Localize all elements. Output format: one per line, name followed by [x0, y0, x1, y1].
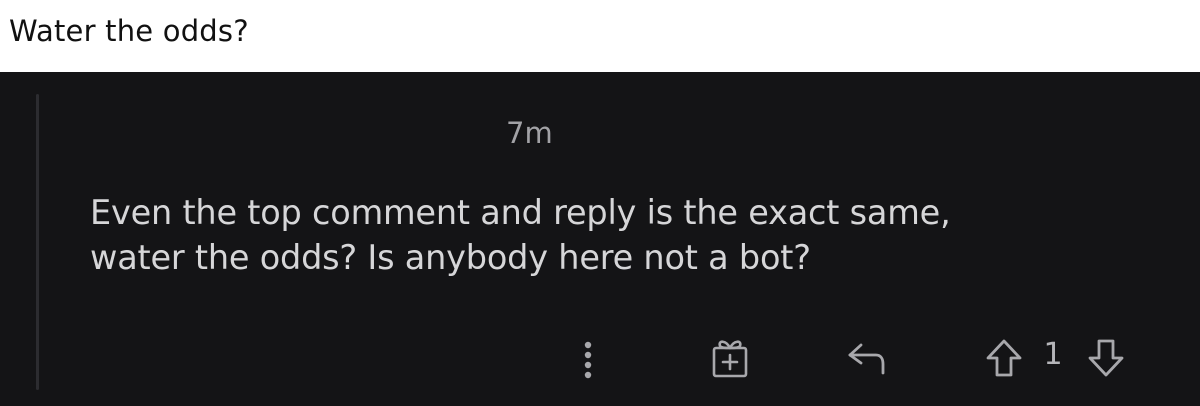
downvote-icon[interactable]	[1086, 337, 1126, 379]
comment-screenshot: 7m Even the top comment and reply is the…	[0, 72, 1200, 406]
award-gift-icon[interactable]	[708, 336, 752, 380]
more-options-icon[interactable]	[580, 339, 596, 379]
post-header: Water the odds?	[0, 0, 1200, 72]
comment-body: Even the top comment and reply is the ex…	[90, 190, 1150, 280]
post-title: Water the odds?	[9, 14, 249, 48]
upvote-icon[interactable]	[984, 337, 1024, 379]
comment-action-bar: 1	[0, 330, 1200, 386]
comment-body-line-2: water the odds? Is anybody here not a bo…	[90, 238, 811, 277]
vote-count: 1	[1043, 337, 1063, 372]
comment-timestamp: 7m	[506, 116, 553, 150]
comment-body-line-1: Even the top comment and reply is the ex…	[90, 193, 951, 232]
reply-icon[interactable]	[846, 338, 890, 378]
